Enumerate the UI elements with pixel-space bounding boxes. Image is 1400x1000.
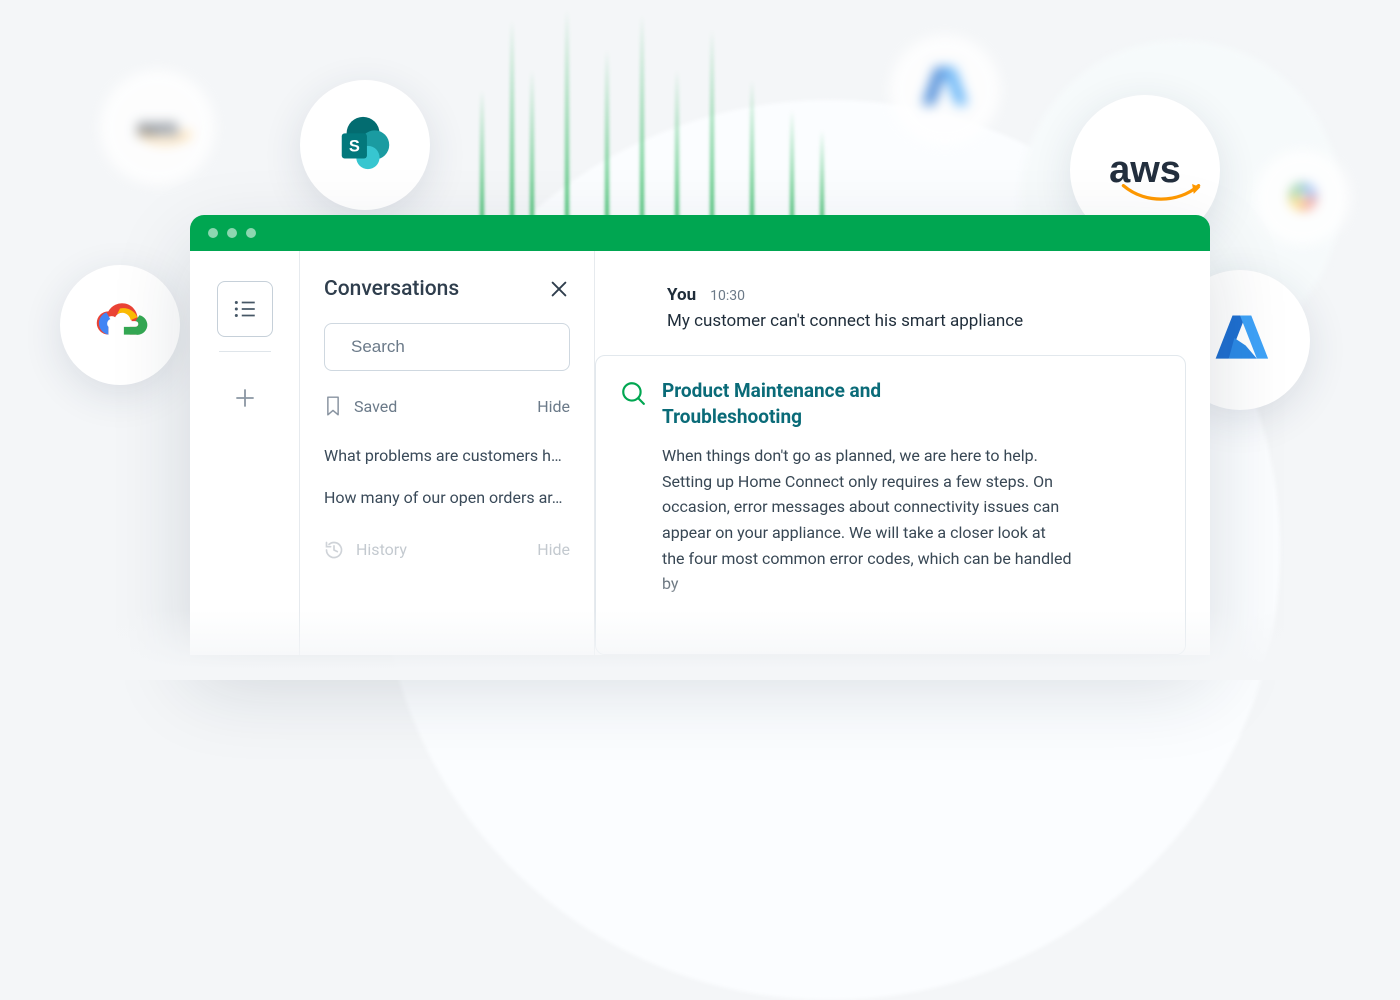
- search-box[interactable]: [324, 323, 570, 371]
- bg-logo-google-cloud: [60, 265, 180, 385]
- answer-card: Product Maintenance and Troubleshooting …: [595, 355, 1186, 655]
- rail-new-button[interactable]: [217, 370, 273, 426]
- hide-saved-button[interactable]: Hide: [537, 397, 570, 416]
- window-control-dot[interactable]: [246, 228, 256, 238]
- close-icon: [548, 278, 570, 300]
- message-text: My customer can't connect his smart appl…: [667, 311, 1186, 331]
- list-icon: [232, 296, 258, 322]
- saved-label: Saved: [354, 397, 397, 416]
- window-titlebar: [190, 215, 1210, 251]
- history-icon: [324, 540, 344, 560]
- history-label: History: [356, 540, 407, 559]
- answer-body-text: When things don't go as planned, we are …: [662, 443, 1072, 597]
- bg-logo-aws: aws: [100, 70, 215, 185]
- window-control-dot[interactable]: [227, 228, 237, 238]
- svg-text:S: S: [349, 138, 360, 156]
- app-window: Conversations: [190, 215, 1210, 655]
- user-message: You 10:30 My customer can't connect his …: [595, 285, 1210, 331]
- saved-conversation-item[interactable]: How many of our open orders ar…: [324, 477, 570, 519]
- search-input[interactable]: [351, 337, 572, 357]
- answer-title: Product Maintenance and Troubleshooting: [662, 378, 1002, 429]
- conversations-panel: Conversations: [300, 251, 595, 655]
- saved-conversation-item[interactable]: What problems are customers h…: [324, 435, 570, 477]
- bookmark-icon: [324, 395, 342, 417]
- close-panel-button[interactable]: [548, 278, 570, 300]
- window-control-dot[interactable]: [208, 228, 218, 238]
- hide-history-button[interactable]: Hide: [537, 540, 570, 559]
- message-sender: You: [667, 285, 696, 305]
- rail-divider: [219, 351, 271, 352]
- bg-logo-google-cloud: [1255, 150, 1350, 245]
- rail-conversations-button[interactable]: [217, 281, 273, 337]
- plus-icon: [233, 386, 257, 410]
- panel-title: Conversations: [324, 277, 459, 301]
- bg-logo-azure: [890, 35, 1000, 145]
- chat-area: You 10:30 My customer can't connect his …: [595, 251, 1210, 655]
- saved-section: Saved Hide: [324, 395, 570, 417]
- magnifier-icon: [620, 380, 646, 406]
- bg-logo-sharepoint: S: [300, 80, 430, 210]
- message-time: 10:30: [710, 288, 745, 304]
- history-section: History Hide: [324, 540, 570, 560]
- icon-rail: [190, 251, 300, 655]
